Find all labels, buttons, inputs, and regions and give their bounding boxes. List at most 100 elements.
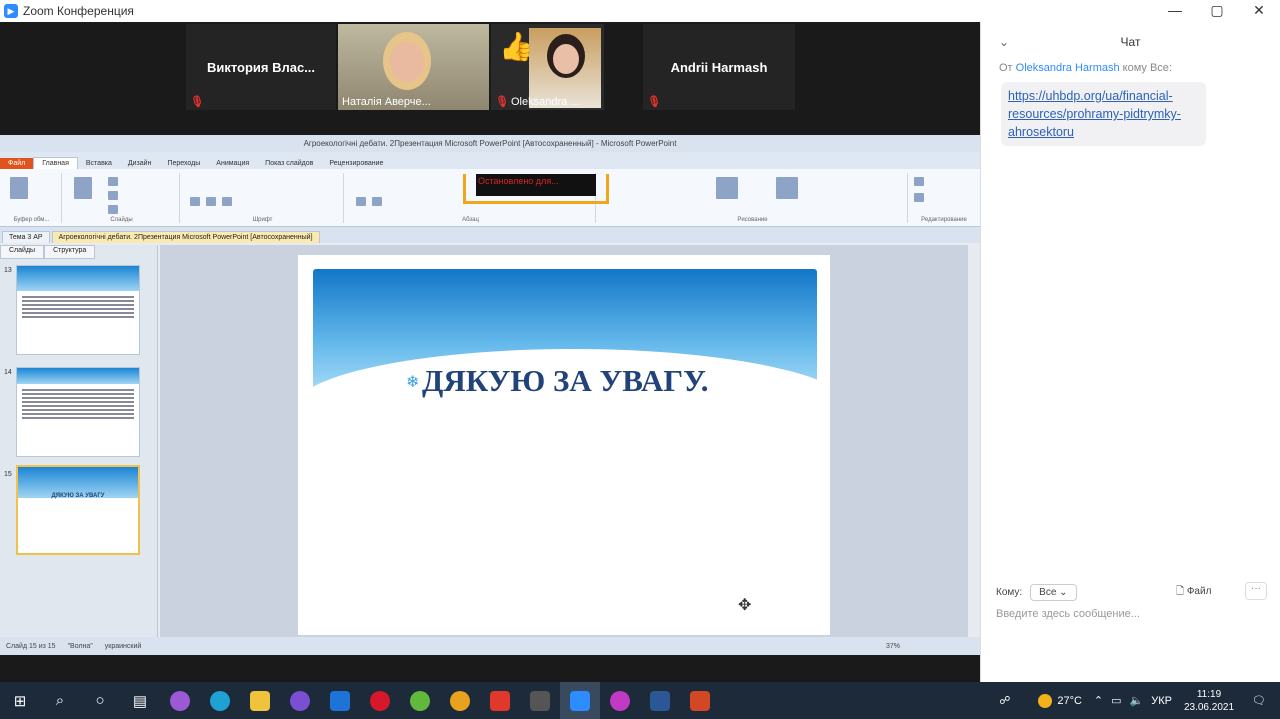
reset-icon[interactable]	[108, 191, 118, 200]
explorer-icon[interactable]	[240, 682, 280, 719]
group-label: Абзац	[462, 217, 479, 223]
task-view-icon[interactable]: ▤	[120, 682, 160, 719]
participant-tile[interactable]: Виктория Влас... 🎙	[186, 24, 336, 110]
chat-title: Чат	[1120, 35, 1141, 49]
edge-icon[interactable]	[200, 682, 240, 719]
chevron-up-icon[interactable]: ⌃	[1094, 694, 1103, 707]
tab-animation[interactable]: Анимация	[208, 158, 257, 169]
group-label: Буфер обм...	[13, 217, 50, 223]
tab-file[interactable]: Файл	[0, 158, 34, 169]
muted-mic-icon: 🎙	[190, 96, 204, 108]
zoom-window-titlebar: ▶ Zoom Конференция — ▢ ✕	[0, 0, 1280, 22]
quick-styles-icon[interactable]	[776, 177, 798, 199]
current-slide[interactable]: ❄ ДЯКУЮ ЗА УВАГУ. ✥	[298, 255, 830, 635]
chat-panel: ⌄ Чат От Oleksandra Harmash кому Все: ht…	[980, 22, 1280, 682]
underline-icon[interactable]	[222, 197, 232, 206]
vertical-scrollbar[interactable]	[968, 245, 980, 637]
slide-thumbnail-selected[interactable]: ДЯКУЮ ЗА УВАГУ	[16, 465, 140, 555]
calculator-icon[interactable]	[520, 682, 560, 719]
tab-slides[interactable]: Слайды	[0, 245, 45, 259]
clock[interactable]: 11:19 23.06.2021	[1184, 688, 1234, 714]
align-left-icon[interactable]	[356, 197, 366, 206]
paste-icon[interactable]	[10, 177, 28, 199]
slide-thumbnail[interactable]	[16, 265, 140, 355]
slide-thumbnail[interactable]	[16, 367, 140, 457]
tab-outline[interactable]: Структура	[44, 245, 96, 259]
temperature[interactable]: 27°C	[1057, 695, 1082, 707]
messenger-icon[interactable]	[600, 682, 640, 719]
powerpoint-icon[interactable]	[680, 682, 720, 719]
cortana-icon[interactable]: ○	[80, 682, 120, 719]
maximize-button[interactable]: ▢	[1196, 0, 1238, 22]
chat-input[interactable]: Введите здесь сообщение...	[996, 608, 1266, 620]
recipient-label: кому Все:	[1122, 62, 1172, 74]
muted-mic-icon: 🎙	[495, 96, 509, 108]
annotation-text: Остановлено для...	[476, 174, 596, 196]
group-label: Шрифт	[252, 217, 273, 223]
opera-icon[interactable]	[360, 682, 400, 719]
viber-icon[interactable]	[280, 682, 320, 719]
chat-composer: Кому: Все ⌄ 🗋 Файл ··· Введите здесь соо…	[981, 574, 1280, 674]
slide-number: 15	[4, 471, 12, 478]
slide-number: 13	[4, 267, 12, 274]
slide-title[interactable]: ДЯКУЮ ЗА УВАГУ.	[422, 363, 709, 399]
participant-name: Наталія Аверче...	[342, 96, 431, 108]
new-slide-icon[interactable]	[74, 177, 92, 199]
layout-icon[interactable]	[108, 177, 118, 186]
mail-icon[interactable]	[320, 682, 360, 719]
ribbon-group-slides: Слайды	[64, 173, 180, 223]
section-icon[interactable]	[108, 205, 118, 214]
person-icon[interactable]: ☍	[999, 694, 1010, 707]
language-indicator[interactable]: УКР	[1151, 695, 1172, 707]
participant-name: Andrii Harmash	[670, 59, 768, 75]
tab-transitions[interactable]: Переходы	[159, 158, 208, 169]
find-icon[interactable]	[914, 177, 924, 186]
torrent-icon[interactable]	[400, 682, 440, 719]
weather-icon[interactable]	[1038, 693, 1053, 708]
zoom-icon[interactable]	[560, 682, 600, 719]
time: 11:19	[1196, 688, 1222, 700]
tab-home[interactable]: Главная	[33, 157, 78, 169]
word-icon[interactable]	[640, 682, 680, 719]
slides-pane: Слайды Структура 13 14 15 ДЯКУЮ ЗА УВАГУ	[0, 245, 158, 637]
participant-tile[interactable]: Andrii Harmash 🎙	[643, 24, 795, 110]
start-icon[interactable]: ⊞	[0, 682, 40, 719]
minimize-button[interactable]: —	[1154, 0, 1196, 22]
from-label: От	[999, 62, 1013, 74]
sender-name[interactable]: Oleksandra Harmash	[1016, 62, 1120, 74]
ppt-statusbar: Слайд 15 из 15 "Волна" украинский 37%	[0, 637, 980, 655]
ribbon-group-font: Шрифт	[182, 173, 344, 223]
tab-review[interactable]: Рецензирование	[321, 158, 391, 169]
yandex-icon[interactable]	[480, 682, 520, 719]
close-button[interactable]: ✕	[1238, 0, 1280, 22]
participant-tile-video[interactable]: 👍 🎙 Oleksandra ...	[491, 24, 604, 110]
more-button[interactable]: ···	[1245, 582, 1267, 600]
notifications-icon[interactable]: 🗨	[1252, 694, 1266, 707]
recipient-select[interactable]: Все ⌄	[1030, 584, 1077, 601]
zoom-logo-icon: ▶	[4, 4, 18, 18]
doc-tab[interactable]: Тема 3 АР	[2, 231, 50, 243]
chevron-down-icon[interactable]: ⌄	[999, 22, 1009, 62]
replace-icon[interactable]	[914, 193, 924, 202]
network-icon[interactable]: ▭	[1111, 694, 1121, 707]
chat-header: ⌄ Чат	[981, 22, 1280, 62]
search-icon[interactable]: ⌕	[40, 682, 80, 719]
italic-icon[interactable]	[206, 197, 216, 206]
bold-icon[interactable]	[190, 197, 200, 206]
language: украинский	[104, 642, 142, 650]
shared-screen-powerpoint: Агроекологічні дебати. 2Презентация Micr…	[0, 135, 980, 655]
tab-insert[interactable]: Вставка	[78, 158, 120, 169]
zoom-level[interactable]: 37%	[886, 643, 900, 650]
chat-link[interactable]: https://uhbdp.org/ua/financial-resources…	[1008, 89, 1181, 139]
doc-tab-active[interactable]: Агроекологічні дебати. 2Презентация Micr…	[51, 231, 320, 243]
app-icon[interactable]	[160, 682, 200, 719]
tab-design[interactable]: Дизайн	[120, 158, 160, 169]
volume-icon[interactable]: 🔈	[1130, 694, 1144, 707]
to-label: Кому:	[996, 587, 1023, 598]
participant-tile-video[interactable]: Наталія Аверче...	[338, 24, 489, 110]
tab-slideshow[interactable]: Показ слайдов	[257, 158, 321, 169]
chrome-icon[interactable]	[440, 682, 480, 719]
align-center-icon[interactable]	[372, 197, 382, 206]
file-button[interactable]: 🗋 Файл	[1176, 584, 1211, 601]
arrange-icon[interactable]	[716, 177, 738, 199]
